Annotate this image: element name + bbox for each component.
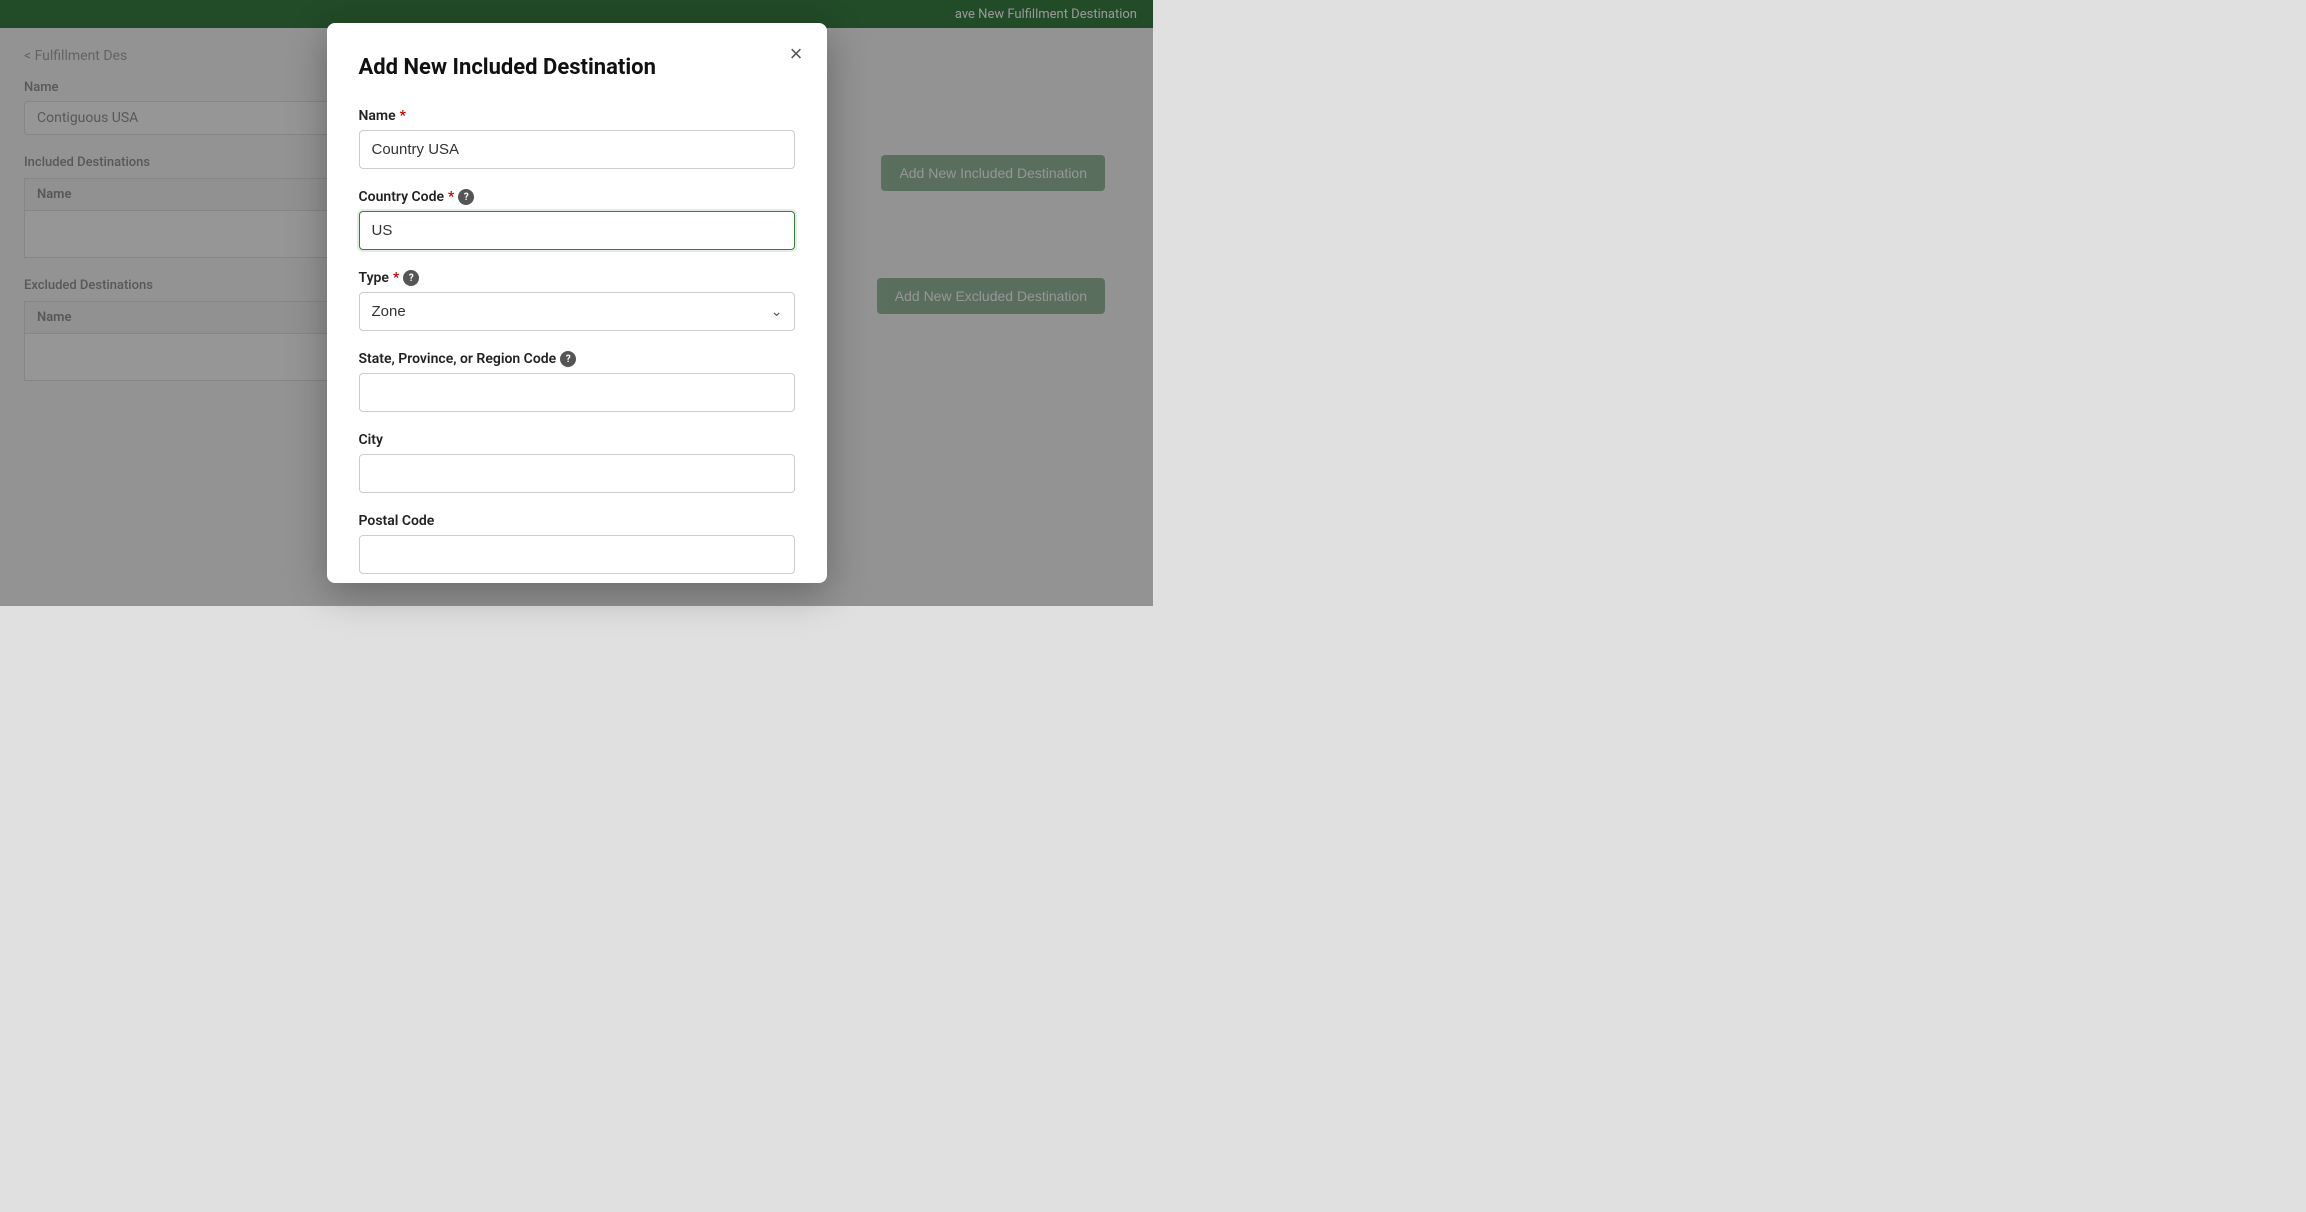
name-field-label: Name * — [359, 108, 795, 124]
city-field-group: City — [359, 432, 795, 493]
type-required-star: * — [393, 270, 399, 286]
type-select-wrapper: Zone Country State City Postal ⌄ — [359, 292, 795, 331]
type-field-label: Type * ? — [359, 270, 795, 286]
type-select[interactable]: Zone Country State City Postal — [359, 292, 795, 331]
state-input[interactable] — [359, 373, 795, 412]
country-code-help-icon: ? — [458, 189, 474, 205]
country-code-required-star: * — [448, 189, 454, 205]
modal-close-button[interactable]: × — [790, 43, 803, 65]
modal-dialog: Add New Included Destination × Name * Co… — [327, 23, 827, 583]
postal-input[interactable] — [359, 535, 795, 574]
type-help-icon: ? — [403, 270, 419, 286]
modal-title: Add New Included Destination — [359, 55, 795, 80]
name-required-star: * — [400, 108, 406, 124]
state-help-icon: ? — [560, 351, 576, 367]
postal-field-label: Postal Code — [359, 513, 795, 529]
city-input[interactable] — [359, 454, 795, 493]
country-code-field-label: Country Code * ? — [359, 189, 795, 205]
postal-field-group: Postal Code — [359, 513, 795, 574]
modal-overlay: Add New Included Destination × Name * Co… — [0, 0, 1153, 606]
country-code-field-group: Country Code * ? — [359, 189, 795, 250]
country-code-input[interactable] — [359, 211, 795, 250]
type-field-group: Type * ? Zone Country State City Postal … — [359, 270, 795, 331]
city-field-label: City — [359, 432, 795, 448]
state-field-label: State, Province, or Region Code ? — [359, 351, 795, 367]
state-field-group: State, Province, or Region Code ? — [359, 351, 795, 412]
name-input[interactable] — [359, 130, 795, 169]
name-field-group: Name * — [359, 108, 795, 169]
